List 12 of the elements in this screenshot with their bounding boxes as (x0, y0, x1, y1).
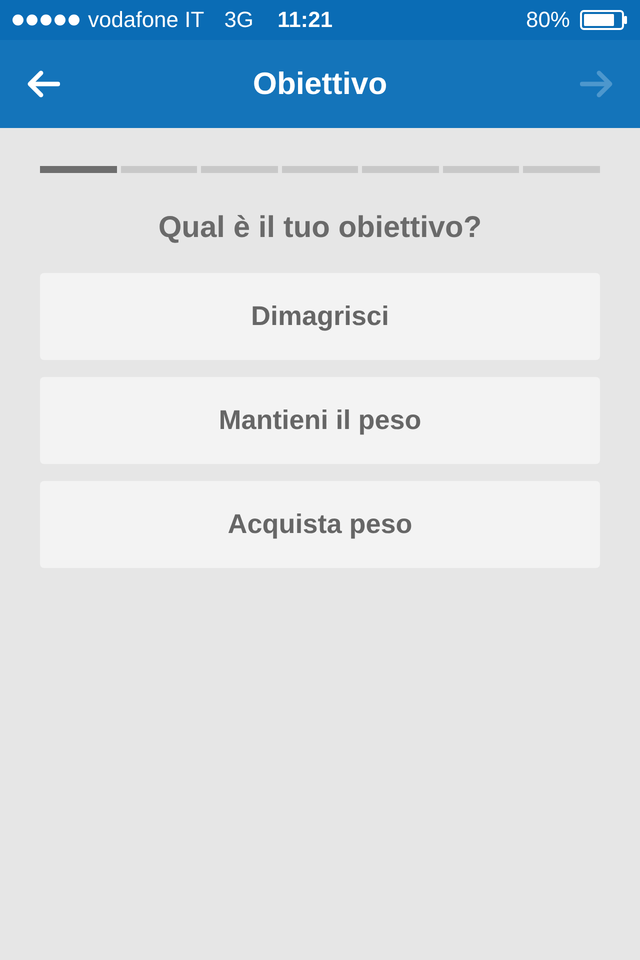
question-text: Qual è il tuo obiettivo? (157, 211, 483, 245)
option-button[interactable]: Acquista peso (40, 481, 600, 568)
battery-icon (580, 10, 628, 30)
signal-icon (12, 14, 82, 26)
back-arrow-icon[interactable] (26, 70, 60, 98)
screen-title: Obiettivo (252, 66, 388, 102)
clock-time: 11:21 (278, 7, 333, 33)
carrier-name: vodafone IT (88, 7, 204, 33)
battery-percent: 80% (526, 7, 570, 33)
option-button[interactable]: Dimagrisci (40, 273, 600, 360)
network-type: 3G (224, 7, 254, 33)
option-button[interactable]: Mantieni il peso (40, 377, 600, 464)
